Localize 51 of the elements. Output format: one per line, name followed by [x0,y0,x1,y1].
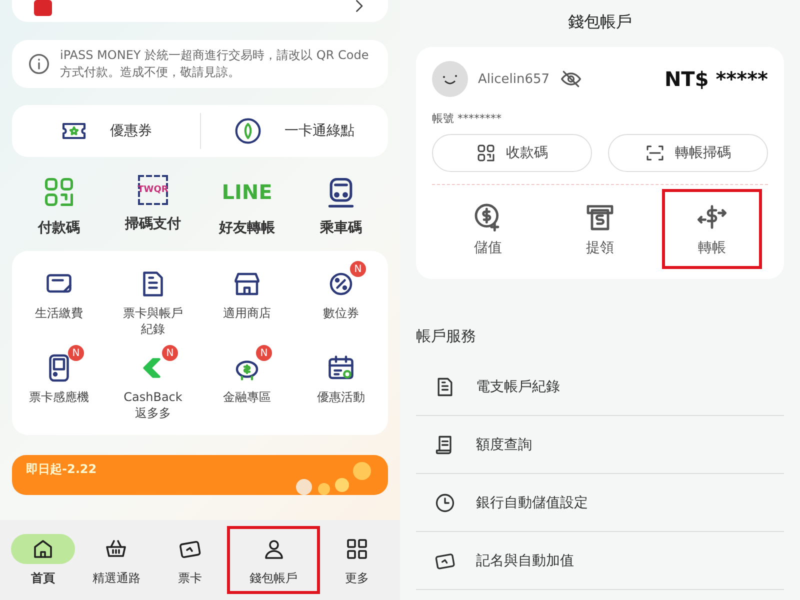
service-button[interactable]: N 數位券 [309,259,373,337]
wallet-action-button[interactable]: 儲值 [438,189,538,269]
account-number: 帳號 ******** [432,111,502,126]
balance-amount: NT$ ***** [664,67,768,91]
new-badge: N [162,345,178,361]
section-title: 帳戶服務 [416,327,477,346]
app-logo-icon [34,0,52,16]
service-button[interactable]: 生活繳費 [21,259,97,337]
wallet-action-button[interactable]: 提領 [550,189,650,269]
service-button[interactable]: 票卡與帳戶紀錄 [107,259,199,337]
nav-tab[interactable]: 錢包帳戶 [226,526,320,594]
page-title: 錢包帳戶 [567,12,633,33]
quick-action-button[interactable]: LINE 好友轉帳 [200,175,294,237]
account-service-item[interactable]: 額度查詢 [416,416,784,474]
service-button[interactable]: 適用商店 [209,259,285,337]
quick-action-button[interactable]: TWQR 掃碼支付 [106,175,200,237]
account-service-item[interactable]: 記名與自動加值 [416,532,784,590]
wallet-button[interactable]: 收款碼 [432,134,592,172]
quick-action-button[interactable]: 付款碼 [12,175,106,237]
nav-tab[interactable]: 精選通路 [80,526,154,594]
shortcut-button[interactable]: 優惠券 [12,105,200,157]
quick-action-button[interactable]: 乘車碼 [294,175,388,237]
line-logo: LINE [222,179,272,206]
shortcut-button[interactable]: 一卡通綠點 [200,105,388,157]
nav-tab[interactable]: 更多 [320,526,394,594]
service-button[interactable]: N CashBack 返多多 [107,343,199,421]
qr-icon [42,175,76,209]
leaf-icon [234,117,262,145]
clock-icon [434,492,456,514]
notice-text: iPASS MONEY 於統一超商進行交易時，請改以 QR Code 方式付款。造成不便，敬請見諒。 [60,47,370,81]
eye-off-icon [560,68,582,90]
info-icon [28,53,50,75]
new-badge: N [256,345,272,361]
username: Alicelin657 [478,72,550,86]
banner-date: 即日起-2.22 [26,461,97,478]
scan-icon [645,143,665,163]
grid-icon [345,536,370,560]
avatar-icon [432,61,468,97]
new-badge: N [350,261,366,277]
nav-tab[interactable]: 票卡 [153,526,227,594]
service-button[interactable]: 優惠活動 [303,343,379,421]
service-button[interactable]: N 金融專區 [209,343,285,421]
service-button[interactable]: N 票卡感應機 [15,343,103,421]
twqr-logo: TWQR [138,175,168,205]
new-badge: N [68,345,84,361]
wallet-button[interactable]: 轉帳掃碼 [608,134,768,172]
account-service-item[interactable]: 電支帳戶紀錄 [416,358,784,416]
account-service-item[interactable]: 銀行自動儲值設定 [416,474,784,532]
wallet-action-button[interactable]: 轉帳 [662,189,762,269]
nav-tab[interactable]: 首頁 [6,526,80,594]
qr-icon [476,143,496,163]
